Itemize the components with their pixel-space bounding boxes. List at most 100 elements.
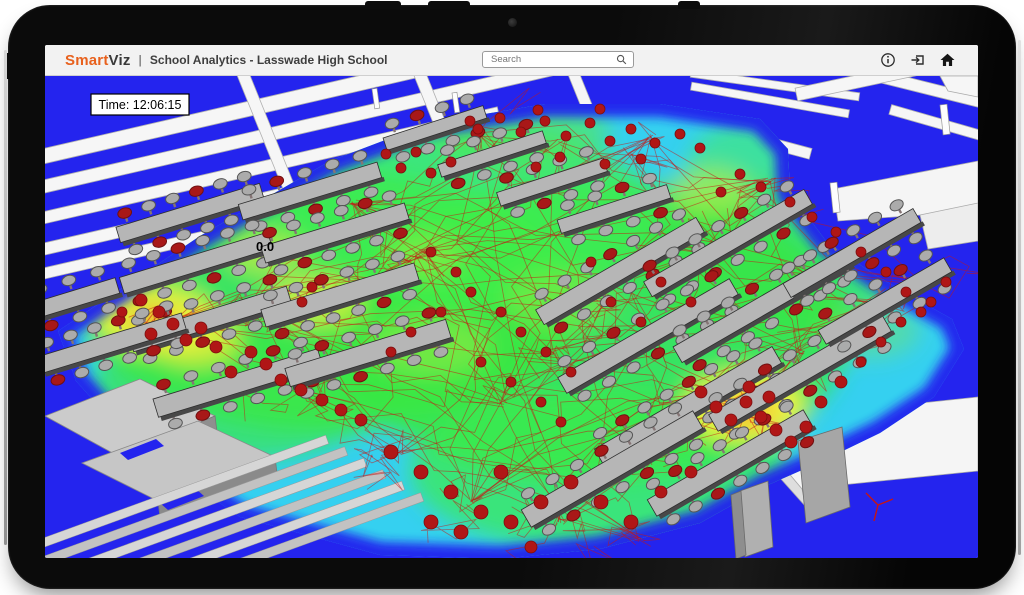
power-button xyxy=(365,1,401,9)
agent-dot xyxy=(444,485,458,499)
top-bar: SmartViz | School Analytics - Lasswade H… xyxy=(45,45,978,76)
agent-dot xyxy=(564,475,578,489)
agent-dot xyxy=(541,347,551,357)
agent-dot xyxy=(474,505,488,519)
agent-dot xyxy=(655,486,667,498)
agent-dot xyxy=(225,366,237,378)
bezel-edge-left xyxy=(4,50,7,545)
agent-dot xyxy=(135,294,147,306)
agent-dot xyxy=(275,374,287,386)
agent-dot xyxy=(536,397,546,407)
time-overlay-text: Time: 12:06:15 xyxy=(99,98,182,112)
agent-dot xyxy=(516,327,526,337)
agent-dot xyxy=(424,515,438,529)
agent-dot xyxy=(856,247,866,257)
agent-dot xyxy=(556,417,566,427)
agent-dot xyxy=(695,386,707,398)
agent-dot xyxy=(167,318,179,330)
agent-dot xyxy=(386,347,396,357)
agent-dot xyxy=(755,411,767,423)
agent-dot xyxy=(145,328,157,340)
agent-dot xyxy=(586,257,596,267)
agent-dot xyxy=(496,307,506,317)
agent-dot xyxy=(941,277,951,287)
agent-dot xyxy=(504,515,518,529)
agent-dot xyxy=(411,147,421,157)
agent-dot xyxy=(725,414,737,426)
agent-dot xyxy=(210,341,222,353)
agent-dot xyxy=(396,163,406,173)
agent-dot xyxy=(295,384,307,396)
bezel-edge-right xyxy=(1018,40,1021,555)
simulation-viewport[interactable]: Time: 12:06:15 0.0 xyxy=(45,76,978,558)
sign-in-button[interactable] xyxy=(909,52,926,69)
app-logo: SmartViz xyxy=(65,52,131,69)
agent-dot xyxy=(695,143,705,153)
agent-dot xyxy=(476,357,486,367)
search-box[interactable] xyxy=(482,51,634,68)
agent-dot xyxy=(525,541,537,553)
agent-dot xyxy=(636,317,646,327)
agent-dot xyxy=(685,466,697,478)
agent-dot xyxy=(355,414,367,426)
agent-dot xyxy=(686,297,696,307)
search-input[interactable] xyxy=(489,53,616,66)
agent-dot xyxy=(451,267,461,277)
agent-dot xyxy=(763,391,775,403)
agent-dot xyxy=(624,515,638,529)
density-annotation: 0.0 xyxy=(256,239,274,254)
title-separator: | xyxy=(139,53,142,67)
agent-dot xyxy=(856,357,866,367)
agent-dot xyxy=(473,124,483,134)
agent-dot xyxy=(656,277,666,287)
agent-dot xyxy=(626,124,636,134)
agent-dot xyxy=(245,346,257,358)
logo-smart: Smart xyxy=(65,52,109,69)
agent-dot xyxy=(743,381,755,393)
agent-dot xyxy=(153,306,165,318)
tablet-frame: SmartViz | School Analytics - Lasswade H… xyxy=(8,5,1016,589)
agent-dot xyxy=(740,396,752,408)
agent-dot xyxy=(770,424,782,436)
home-button[interactable] xyxy=(939,52,956,69)
agent-dot xyxy=(414,465,428,479)
agent-dot xyxy=(835,376,847,388)
search-icon xyxy=(616,54,627,65)
agent-dot xyxy=(756,182,766,192)
agent-dot xyxy=(454,525,468,539)
agent-dot xyxy=(534,495,548,509)
agent-dot xyxy=(901,287,911,297)
agent-dot xyxy=(384,445,398,459)
sign-in-icon xyxy=(910,52,926,68)
agent-dot xyxy=(916,307,926,317)
agent-dot xyxy=(815,396,827,408)
agent-dot xyxy=(735,169,745,179)
agent-dot xyxy=(650,138,660,148)
agent-dot xyxy=(585,118,595,128)
agent-dot xyxy=(260,358,272,370)
webcam xyxy=(508,18,517,27)
agent-dot xyxy=(566,367,576,377)
agent-dot xyxy=(716,187,726,197)
app-window: SmartViz | School Analytics - Lasswade H… xyxy=(45,45,978,558)
agent-dot xyxy=(297,297,307,307)
agent-dot xyxy=(426,247,436,257)
agent-dot xyxy=(495,113,505,123)
agent-dot xyxy=(516,127,526,137)
agent-dot xyxy=(636,154,646,164)
agent-dot xyxy=(316,394,328,406)
agent-dot xyxy=(896,317,906,327)
header-actions xyxy=(879,45,956,75)
agent-dot xyxy=(807,212,817,222)
info-button[interactable] xyxy=(879,52,896,69)
agent-dot xyxy=(465,116,475,126)
agent-dot xyxy=(540,116,550,126)
agent-dot xyxy=(926,297,936,307)
agent-dot xyxy=(426,168,436,178)
agent-dot xyxy=(406,327,416,337)
agent-dot xyxy=(800,421,812,433)
agent-dot xyxy=(466,287,476,297)
agent-dot xyxy=(595,104,605,114)
agent-dot xyxy=(381,149,391,159)
agent-dot xyxy=(555,152,565,162)
